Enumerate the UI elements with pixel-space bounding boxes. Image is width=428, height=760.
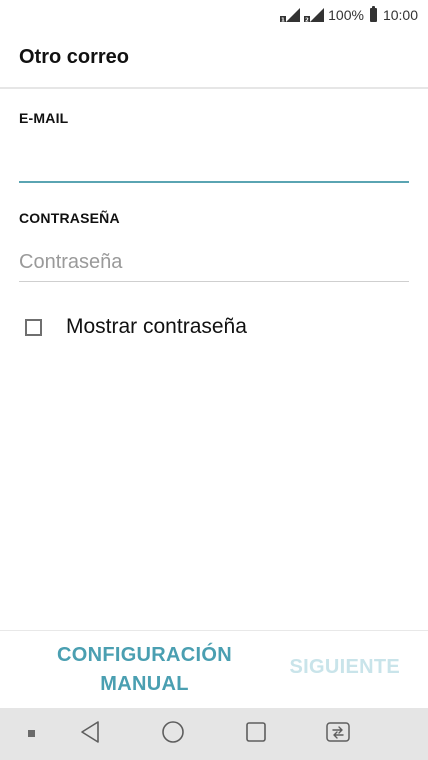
clock: 10:00 <box>382 7 418 23</box>
navigation-bar <box>0 708 428 760</box>
nav-dot-button[interactable] <box>20 708 44 760</box>
email-field[interactable] <box>19 142 409 178</box>
manual-setup-label-line1: CONFIGURACIÓN <box>56 644 232 666</box>
svg-text:2: 2 <box>305 18 309 23</box>
recents-icon <box>245 721 267 748</box>
back-button[interactable] <box>70 708 110 760</box>
action-bar: CONFIGURACIÓN MANUAL SIGUIENTE <box>0 631 428 708</box>
dual-window-icon <box>325 721 351 748</box>
password-field[interactable] <box>19 244 409 280</box>
svg-text:1: 1 <box>281 18 285 23</box>
app-bar: Otro correo <box>0 30 428 89</box>
manual-setup-button[interactable]: CONFIGURACIÓN MANUAL <box>32 641 257 699</box>
recents-button[interactable] <box>234 708 278 760</box>
signal-sim2-icon: 2 <box>304 8 325 23</box>
email-label: E-MAIL <box>19 110 69 126</box>
password-field-underline <box>19 281 409 282</box>
status-icons: 1 2 100% 10:00 <box>280 4 418 26</box>
dot-icon <box>28 725 36 743</box>
manual-setup-label-line2: MANUAL <box>100 673 189 695</box>
home-icon <box>161 720 185 749</box>
show-password-checkbox[interactable]: Mostrar contraseña <box>19 311 247 343</box>
password-label: CONTRASEÑA <box>19 210 120 226</box>
dual-window-button[interactable] <box>316 708 360 760</box>
checkbox-unchecked-icon[interactable] <box>25 318 42 336</box>
status-bar: 1 2 100% 10:00 <box>0 0 428 30</box>
signal-sim1-icon: 1 <box>280 8 301 23</box>
email-field-underline <box>19 181 409 183</box>
back-icon <box>79 720 101 749</box>
home-button[interactable] <box>151 708 195 760</box>
battery-icon <box>369 6 377 22</box>
page-title: Otro correo <box>19 46 130 68</box>
battery-percent: 100% <box>328 7 364 23</box>
show-password-label: Mostrar contraseña <box>66 315 247 338</box>
next-button[interactable]: SIGUIENTE <box>290 656 401 679</box>
